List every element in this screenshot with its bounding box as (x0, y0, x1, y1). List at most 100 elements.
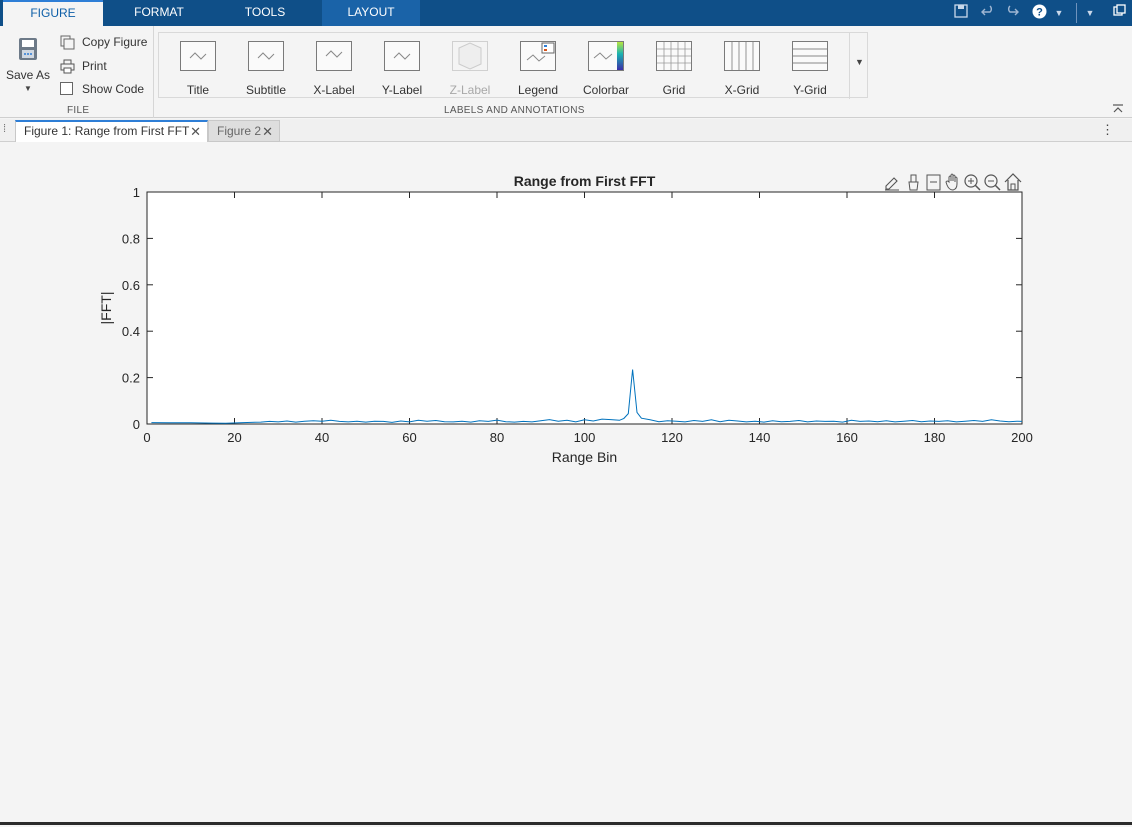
save-as-dropdown-icon[interactable]: ▼ (4, 84, 52, 93)
gallery-divider (849, 33, 850, 99)
print-button[interactable]: Print (60, 57, 107, 75)
x-tick-label: 0 (143, 430, 150, 445)
brush-icon[interactable] (908, 174, 919, 191)
x-tick-label: 20 (227, 430, 241, 445)
xlabel-icon (316, 41, 352, 71)
drag-grip-icon[interactable]: ⁞ (3, 123, 6, 135)
gallery-expand-icon[interactable]: ▼ (855, 57, 864, 67)
save-icon[interactable] (953, 4, 969, 22)
copy-figure-button[interactable]: Copy Figure (60, 33, 147, 51)
grid-button[interactable]: Grid (640, 33, 708, 99)
ribbon: Save As ▼ Copy Figure Print Show Code FI… (0, 26, 1132, 118)
x-tick-label: 40 (315, 430, 329, 445)
printer-icon (60, 59, 75, 74)
svg-text:?: ? (1036, 7, 1043, 19)
plot-svg: 0 20 40 60 80 100 120 140 160 180 200 0 0.2 0.4 0.6 0.8… (98, 173, 1033, 465)
y-axis-label: |FFT| (98, 292, 114, 325)
axes-box[interactable] (146, 191, 1023, 425)
save-as-icon (15, 36, 41, 62)
show-code-label: Show Code (82, 82, 145, 96)
title-button[interactable]: Title (164, 33, 232, 99)
y-tick-label: 0.4 (122, 324, 140, 339)
x-axis-label: Range Bin (552, 449, 617, 465)
grid-label: Grid (662, 83, 686, 97)
xgrid-label: X-Grid (724, 83, 760, 97)
x-tick-label: 140 (749, 430, 771, 445)
xgrid-button[interactable]: X-Grid (708, 33, 776, 99)
x-tick-label: 160 (836, 430, 858, 445)
legend-button[interactable]: Legend (504, 33, 572, 99)
ylabel-button[interactable]: Y-Label (368, 33, 436, 99)
figure-2-tab-label: Figure 2 (217, 124, 262, 138)
copy-figure-label: Copy Figure (82, 35, 148, 49)
help-dropdown-icon[interactable]: ▼ (1053, 4, 1065, 22)
print-label: Print (82, 59, 107, 73)
zoom-in-icon[interactable] (964, 174, 981, 191)
subtitle-label: Subtitle (245, 83, 287, 97)
zlabel-label: Z-Label (449, 83, 491, 97)
xgrid-icon (724, 41, 760, 71)
xlabel-button[interactable]: X-Label (300, 33, 368, 99)
tab-figure-2[interactable]: Figure 2 ✕ (208, 120, 280, 142)
x-tick-label: 200 (1011, 430, 1033, 445)
zlabel-button: Z-Label (436, 33, 504, 99)
more-options-icon[interactable]: ⋮ (1101, 122, 1114, 138)
y-tick-label: 0.6 (122, 278, 140, 293)
edit-data-tips-icon[interactable] (885, 177, 899, 191)
copy-icon (60, 35, 75, 50)
tab-tools[interactable]: TOOLS (222, 0, 308, 26)
legend-icon (520, 41, 556, 71)
figure-tab-bar: ⁞ Figure 1: Range from First FFT ✕ Figur… (0, 119, 1132, 142)
colorbar-icon (588, 41, 624, 71)
zlabel-icon (452, 41, 488, 71)
axes-toolbar (885, 173, 1022, 191)
ygrid-icon (792, 41, 828, 71)
ylabel-icon (384, 41, 420, 71)
title-icon (180, 41, 216, 71)
toolbar-divider (1076, 3, 1077, 23)
zoom-out-icon[interactable] (984, 174, 1001, 191)
ygrid-button[interactable]: Y-Grid (776, 33, 844, 99)
xlabel-label: X-Label (313, 83, 355, 97)
chart-title: Range from First FFT (514, 173, 656, 189)
tab-layout[interactable]: LAYOUT (322, 0, 420, 26)
home-icon[interactable] (1004, 173, 1022, 191)
y-tick-label: 0.8 (122, 231, 140, 246)
file-section-label: FILE (67, 105, 90, 116)
tab-figure[interactable]: FIGURE (3, 0, 103, 26)
tab-format[interactable]: FORMAT (113, 0, 205, 26)
x-tick-label: 80 (490, 430, 504, 445)
close-icon[interactable]: ✕ (190, 122, 201, 141)
toolstrip-tab-bar: FIGURE FORMAT TOOLS LAYOUT ? ▼ ▼ (0, 0, 1132, 26)
annotations-section-label: LABELS AND ANNOTATIONS (444, 105, 585, 116)
checkbox-icon[interactable] (60, 81, 75, 97)
annotations-gallery: Title Subtitle X-Label Y-Label Z-Label L… (158, 32, 868, 99)
x-tick-label: 180 (924, 430, 946, 445)
ylabel-label: Y-Label (381, 83, 423, 97)
figure-1-tab-label: Figure 1: Range from First FFT (24, 124, 190, 138)
minimize-toolstrip-icon[interactable]: ▼ (1083, 4, 1097, 22)
x-tick-label: 120 (661, 430, 683, 445)
file-section: Save As ▼ Copy Figure Print Show Code FI… (0, 26, 154, 118)
y-tick-label: 0.2 (122, 371, 140, 386)
pan-icon[interactable] (945, 173, 958, 191)
save-as-label: Save As (5, 68, 51, 82)
legend-label: Legend (517, 83, 559, 97)
tab-figure-1[interactable]: Figure 1: Range from First FFT ✕ (15, 120, 208, 142)
y-tick-label: 0 (133, 417, 140, 432)
grid-icon (656, 41, 692, 71)
undo-icon[interactable] (980, 4, 996, 22)
data-cursor-icon[interactable] (926, 174, 941, 191)
help-icon[interactable]: ? (1031, 4, 1047, 22)
save-as-button[interactable]: Save As ▼ (4, 32, 52, 102)
subtitle-button[interactable]: Subtitle (232, 33, 300, 99)
y-tick-label: 1 (133, 185, 140, 200)
redo-icon[interactable] (1004, 4, 1020, 22)
close-icon[interactable]: ✕ (262, 121, 273, 142)
colorbar-button[interactable]: Colorbar (572, 33, 640, 99)
show-code-checkbox[interactable]: Show Code (60, 80, 144, 98)
x-tick-label: 60 (402, 430, 416, 445)
undock-icon[interactable] (1111, 4, 1127, 22)
colorbar-label: Colorbar (582, 83, 630, 97)
collapse-ribbon-icon[interactable] (1112, 104, 1124, 117)
